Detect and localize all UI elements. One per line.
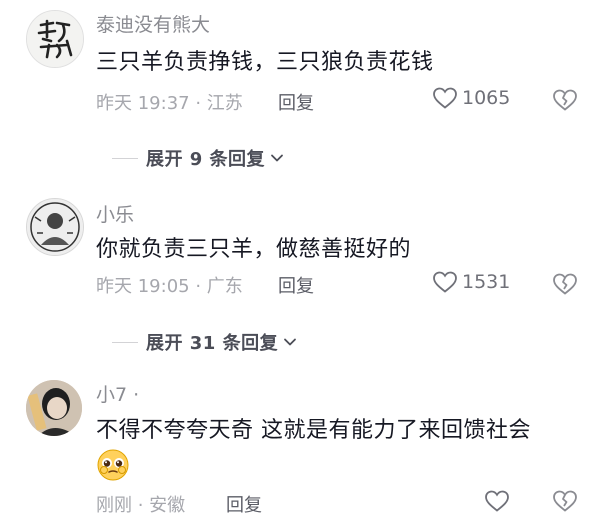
comment-text: 三只羊负责挣钱，三只狼负责花钱 — [96, 50, 434, 75]
expand-replies-button[interactable]: 展开 31 条回复 — [112, 329, 298, 355]
comment-text: 你就负责三只羊，做慈善挺好的 — [96, 237, 412, 262]
username[interactable]: 小乐 — [96, 200, 134, 227]
photo-avatar-icon — [26, 380, 82, 436]
username[interactable]: 泰迪没有熊大 — [96, 10, 210, 37]
heart-outline-icon — [485, 490, 509, 512]
calligraphy-avatar-icon — [27, 11, 83, 67]
like-count: 1531 — [462, 271, 511, 293]
expand-replies-label: 展开 9 条回复 — [146, 149, 266, 170]
heart-outline-icon — [433, 271, 457, 293]
reply-button[interactable]: 回复 — [226, 491, 262, 517]
heart-outline-icon — [433, 87, 457, 109]
username[interactable]: 小7 · — [96, 380, 139, 407]
expand-replies-button[interactable]: 展开 9 条回复 — [112, 145, 285, 171]
dislike-button[interactable] — [552, 272, 578, 300]
user-avatar[interactable] — [26, 380, 82, 436]
user-avatar[interactable] — [26, 198, 84, 256]
chevron-down-icon — [271, 154, 283, 162]
like-count: 1065 — [462, 87, 511, 109]
dislike-button[interactable] — [552, 88, 578, 116]
like-button[interactable]: 1065 — [432, 86, 510, 110]
like-button[interactable]: 1531 — [432, 270, 510, 294]
like-button[interactable] — [484, 489, 510, 513]
expand-replies-label: 展开 31 条回复 — [146, 333, 279, 354]
reply-button[interactable]: 回复 — [278, 89, 314, 115]
reply-button[interactable]: 回复 — [278, 272, 314, 298]
comment-meta: 刚刚 · 安徽 — [96, 495, 186, 516]
divider-line — [112, 341, 138, 343]
portrait-sketch-avatar-icon — [27, 199, 83, 255]
broken-heart-icon — [553, 89, 577, 111]
dislike-button[interactable] — [552, 489, 578, 517]
pleading-face-icon — [97, 449, 129, 481]
comment-meta: 昨天 19:37 · 江苏 — [96, 93, 243, 114]
comment-meta: 昨天 19:05 · 广东 — [96, 276, 243, 297]
divider-line — [112, 157, 138, 159]
comment-text: 不得不夸夸天奇 这就是有能力了来回馈社会 — [96, 418, 531, 443]
pleading-face-emoji — [96, 448, 130, 486]
broken-heart-icon — [553, 490, 577, 512]
chevron-down-icon — [284, 338, 296, 346]
user-avatar[interactable] — [26, 10, 84, 68]
broken-heart-icon — [553, 273, 577, 295]
